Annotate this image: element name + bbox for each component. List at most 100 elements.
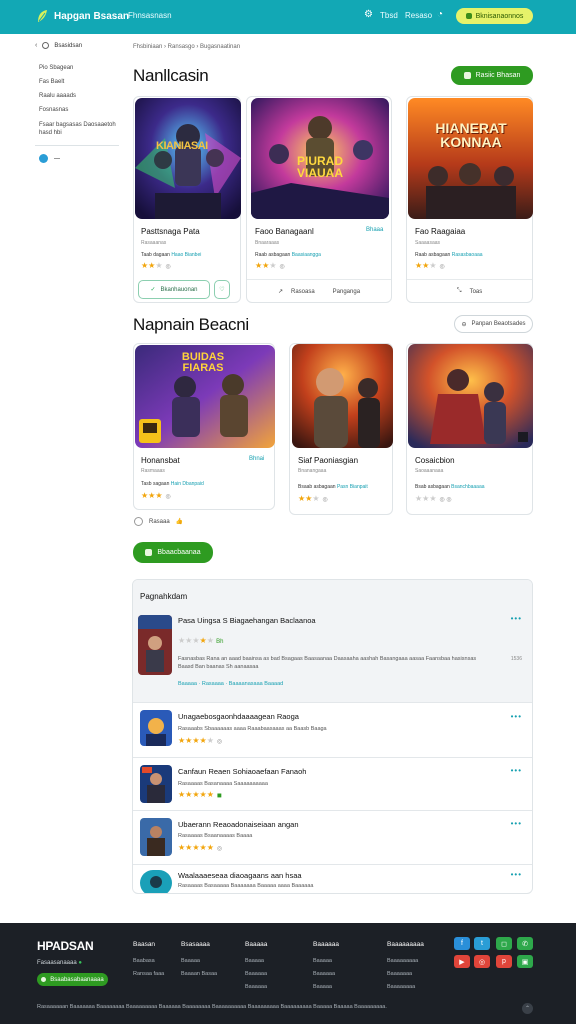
view-all-icon xyxy=(463,72,471,79)
share-icon[interactable]: ↗ xyxy=(278,288,283,295)
game-card-1[interactable]: KIANIASAI Pasttsnaga Pata Rasaaanas Taab… xyxy=(133,96,241,303)
sidebar-item-0[interactable]: Pio Sbagean xyxy=(35,65,119,71)
profile-icon[interactable]: ◔ xyxy=(437,9,443,20)
footer-link[interactable]: Ransaa faaa xyxy=(133,971,164,977)
review-title-1[interactable]: Pasa Uingsa S Biagaehangan Baclaanoa xyxy=(178,616,316,625)
game-card-4[interactable]: BUIDAS FIARAS Honansbat Bhnai Rasmaaas T… xyxy=(133,343,275,510)
back-icon[interactable]: ‹ xyxy=(35,42,37,49)
sidebar-item-1[interactable]: Fas Baelt xyxy=(35,79,119,85)
review-thumb-1[interactable] xyxy=(138,615,172,675)
footer-link[interactable]: Baaaaaaaa xyxy=(387,984,424,990)
game-card-2[interactable]: PIURAD VIAUAA Faoo Banagaanl Bhaaa Bnaar… xyxy=(246,96,392,303)
review-title-3[interactable]: Canfaun Reaen Sohiaoaefaan Fanaoh xyxy=(178,767,306,776)
game-card-title-1[interactable]: Pasttsnaga Pata xyxy=(141,227,200,236)
game-card-title-6[interactable]: Cosaicbion xyxy=(415,456,455,465)
rating-stars-2: ★★★ ◎ xyxy=(255,261,285,270)
sidebar-item-3[interactable]: Fosnasnas xyxy=(35,107,119,113)
footer-link[interactable]: Baaaaa xyxy=(313,958,339,964)
chat-icon[interactable]: ◻ xyxy=(496,937,512,950)
signup-button[interactable]: Bknisanaonnos xyxy=(456,8,533,24)
game-card-5[interactable]: Siaf Paoniasgian Bnanangaaa Bsaab asbaga… xyxy=(289,343,393,515)
section1-view-all-button[interactable]: Rasiic Bhasan xyxy=(451,66,533,85)
game-card-action-1[interactable]: ✓ Bkanhauonan xyxy=(138,280,210,299)
game-cover-1[interactable] xyxy=(135,98,241,219)
check-icon: ✓ xyxy=(150,287,156,293)
footer-link[interactable]: Baaaaaa xyxy=(313,971,339,977)
review-links-1[interactable]: Baaaaa · Rasaaaa · Baaaanasaaa Baaaad xyxy=(178,681,283,687)
game-card-6[interactable]: Cosaicbion Saoaaanaaa Bsab asbagaan Bsan… xyxy=(406,343,533,515)
review-title-2[interactable]: Unagaebosgaonhdaaaagean Raoga xyxy=(178,712,299,721)
sidebar-item-2[interactable]: Raalu aaaads xyxy=(35,93,119,99)
footer-link[interactable]: Baaaaaaa xyxy=(387,971,424,977)
rating-stars-5: ★★★ ◎ xyxy=(298,494,328,503)
nav-link-reviews[interactable]: Resaso xyxy=(405,11,432,20)
footer-subscribe-button[interactable]: Bsaabasabaanaaaa xyxy=(37,973,108,986)
footer-col-head: Baaaaa xyxy=(245,941,268,948)
footer-link[interactable]: Baaaaaa xyxy=(245,984,267,990)
footer-link[interactable]: Baaaaa xyxy=(181,958,217,964)
instagram-icon[interactable]: ◎ xyxy=(474,955,490,968)
review-title-4[interactable]: Ubaerann Reaoadonaiseiaan angan xyxy=(178,820,299,829)
game-cover-3[interactable] xyxy=(408,98,533,219)
wishlist-button-1[interactable]: ♡ xyxy=(214,280,230,299)
twitter-icon[interactable]: t xyxy=(474,937,490,950)
theme-toggle[interactable] xyxy=(35,154,119,163)
facebook-icon[interactable]: f xyxy=(454,937,470,950)
section2-button-label: Panpan Beaotsades xyxy=(471,321,526,327)
load-more-button[interactable]: Bbaacbaanaa xyxy=(133,542,213,563)
game-card-action-a-2[interactable]: Rasoasa xyxy=(291,289,315,295)
game-card-title-5[interactable]: Siaf Paoniasgian xyxy=(298,456,358,465)
rating-stars-1: ★★★ ◎ xyxy=(141,261,171,270)
game-cover-5[interactable] xyxy=(292,344,393,448)
more-options-icon[interactable]: ••• xyxy=(511,766,522,775)
footer-link[interactable]: Baaaaaaaaa xyxy=(387,958,424,964)
footer-link[interactable]: Baaaaaa xyxy=(245,971,267,977)
footer-link[interactable]: Baabasa xyxy=(133,958,164,964)
game-card-title-4[interactable]: Honansbat xyxy=(141,456,180,465)
compare-row[interactable]: Rasaaa 👍 xyxy=(134,517,183,526)
game-card-action-b-2[interactable]: Panganga xyxy=(333,289,360,295)
review-desc-4: Rasaaaas Bsaanaaaas Baaaa xyxy=(178,833,253,839)
nav-link-games[interactable]: Tbsd xyxy=(380,11,398,20)
footer-link[interactable]: Baaaaa xyxy=(245,958,267,964)
sidebar-item-4[interactable]: Fsaar bagsasas Daosaaetoh hasd hbi xyxy=(35,121,119,137)
settings-icon[interactable]: ⚙ xyxy=(364,9,373,20)
game-card-title-2[interactable]: Faoo Banagaanl xyxy=(255,227,314,236)
whatsapp-icon[interactable]: ✆ xyxy=(517,937,533,950)
section2-filter-button[interactable]: ⊖ Panpan Beaotsades xyxy=(454,315,533,333)
game-card-meta-1: Taab dagaan Haao Bianbei xyxy=(141,252,201,258)
list-item[interactable]: Canfaun Reaen Sohiaoaefaan Fanaoh ••• Ra… xyxy=(133,757,532,810)
rating-stars-6: ★★★ ◎ ◎ xyxy=(415,494,452,503)
youtube-icon[interactable]: ▶ xyxy=(454,955,470,968)
section-title-popular: Napnain Beacni xyxy=(133,315,249,334)
more-options-icon[interactable]: ••• xyxy=(511,819,522,828)
logo[interactable]: Hapgan Bsasan xyxy=(37,9,129,23)
expand-icon[interactable]: ⤡ xyxy=(457,288,462,295)
review-thumb-5[interactable] xyxy=(140,870,172,893)
scroll-top-icon[interactable]: ⌃ xyxy=(522,1003,533,1014)
breadcrumb[interactable]: Fhsbiniaan › Ransasgo › Bugasnaatinan xyxy=(133,44,240,50)
review-thumb-2[interactable] xyxy=(140,710,172,746)
meta-b: Pasn Bianpait xyxy=(336,484,368,490)
list-item[interactable]: Ubaerann Reaoadonaiseiaan angan ••• Rasa… xyxy=(133,810,532,864)
pinterest-icon[interactable]: p xyxy=(496,955,512,968)
more-options-icon[interactable]: ••• xyxy=(511,870,522,879)
list-item[interactable]: Unagaebosgaonhdaaaagean Raoga ••• Rasaaa… xyxy=(133,702,532,757)
review-title-5[interactable]: Waalaaaeseaa diaoagaans aan hsaa xyxy=(178,871,302,880)
game-card-action-3[interactable]: Toas xyxy=(470,289,483,295)
review-thumb-4[interactable] xyxy=(140,818,172,856)
footer-logo[interactable]: HPADSAN xyxy=(37,939,94,953)
footer-link[interactable]: Baaaan Basaa xyxy=(181,971,217,977)
store-icon[interactable]: ▣ xyxy=(517,955,533,968)
game-cover-6[interactable] xyxy=(408,344,533,448)
more-options-icon[interactable]: ••• xyxy=(511,712,522,721)
nav-link-home[interactable]: Fhnsasnasn xyxy=(128,11,172,20)
review-thumb-3[interactable] xyxy=(140,765,172,803)
game-card-meta-2: Raab asbagaan Baasiaangga xyxy=(255,252,321,258)
more-options-icon[interactable]: ••• xyxy=(511,614,522,623)
footer-link[interactable]: Baaaaa xyxy=(313,984,339,990)
list-item[interactable]: Waalaaaeseaa diaoagaans aan hsaa Rasaaaa… xyxy=(133,864,532,893)
game-card-title-3[interactable]: Fao Raagaiaa xyxy=(415,227,465,236)
meta-a: Tasb sagaan xyxy=(141,481,170,487)
game-card-3[interactable]: HIANERAT KONNAA Fao Raagaiaa Saaaasaas R… xyxy=(406,96,533,303)
